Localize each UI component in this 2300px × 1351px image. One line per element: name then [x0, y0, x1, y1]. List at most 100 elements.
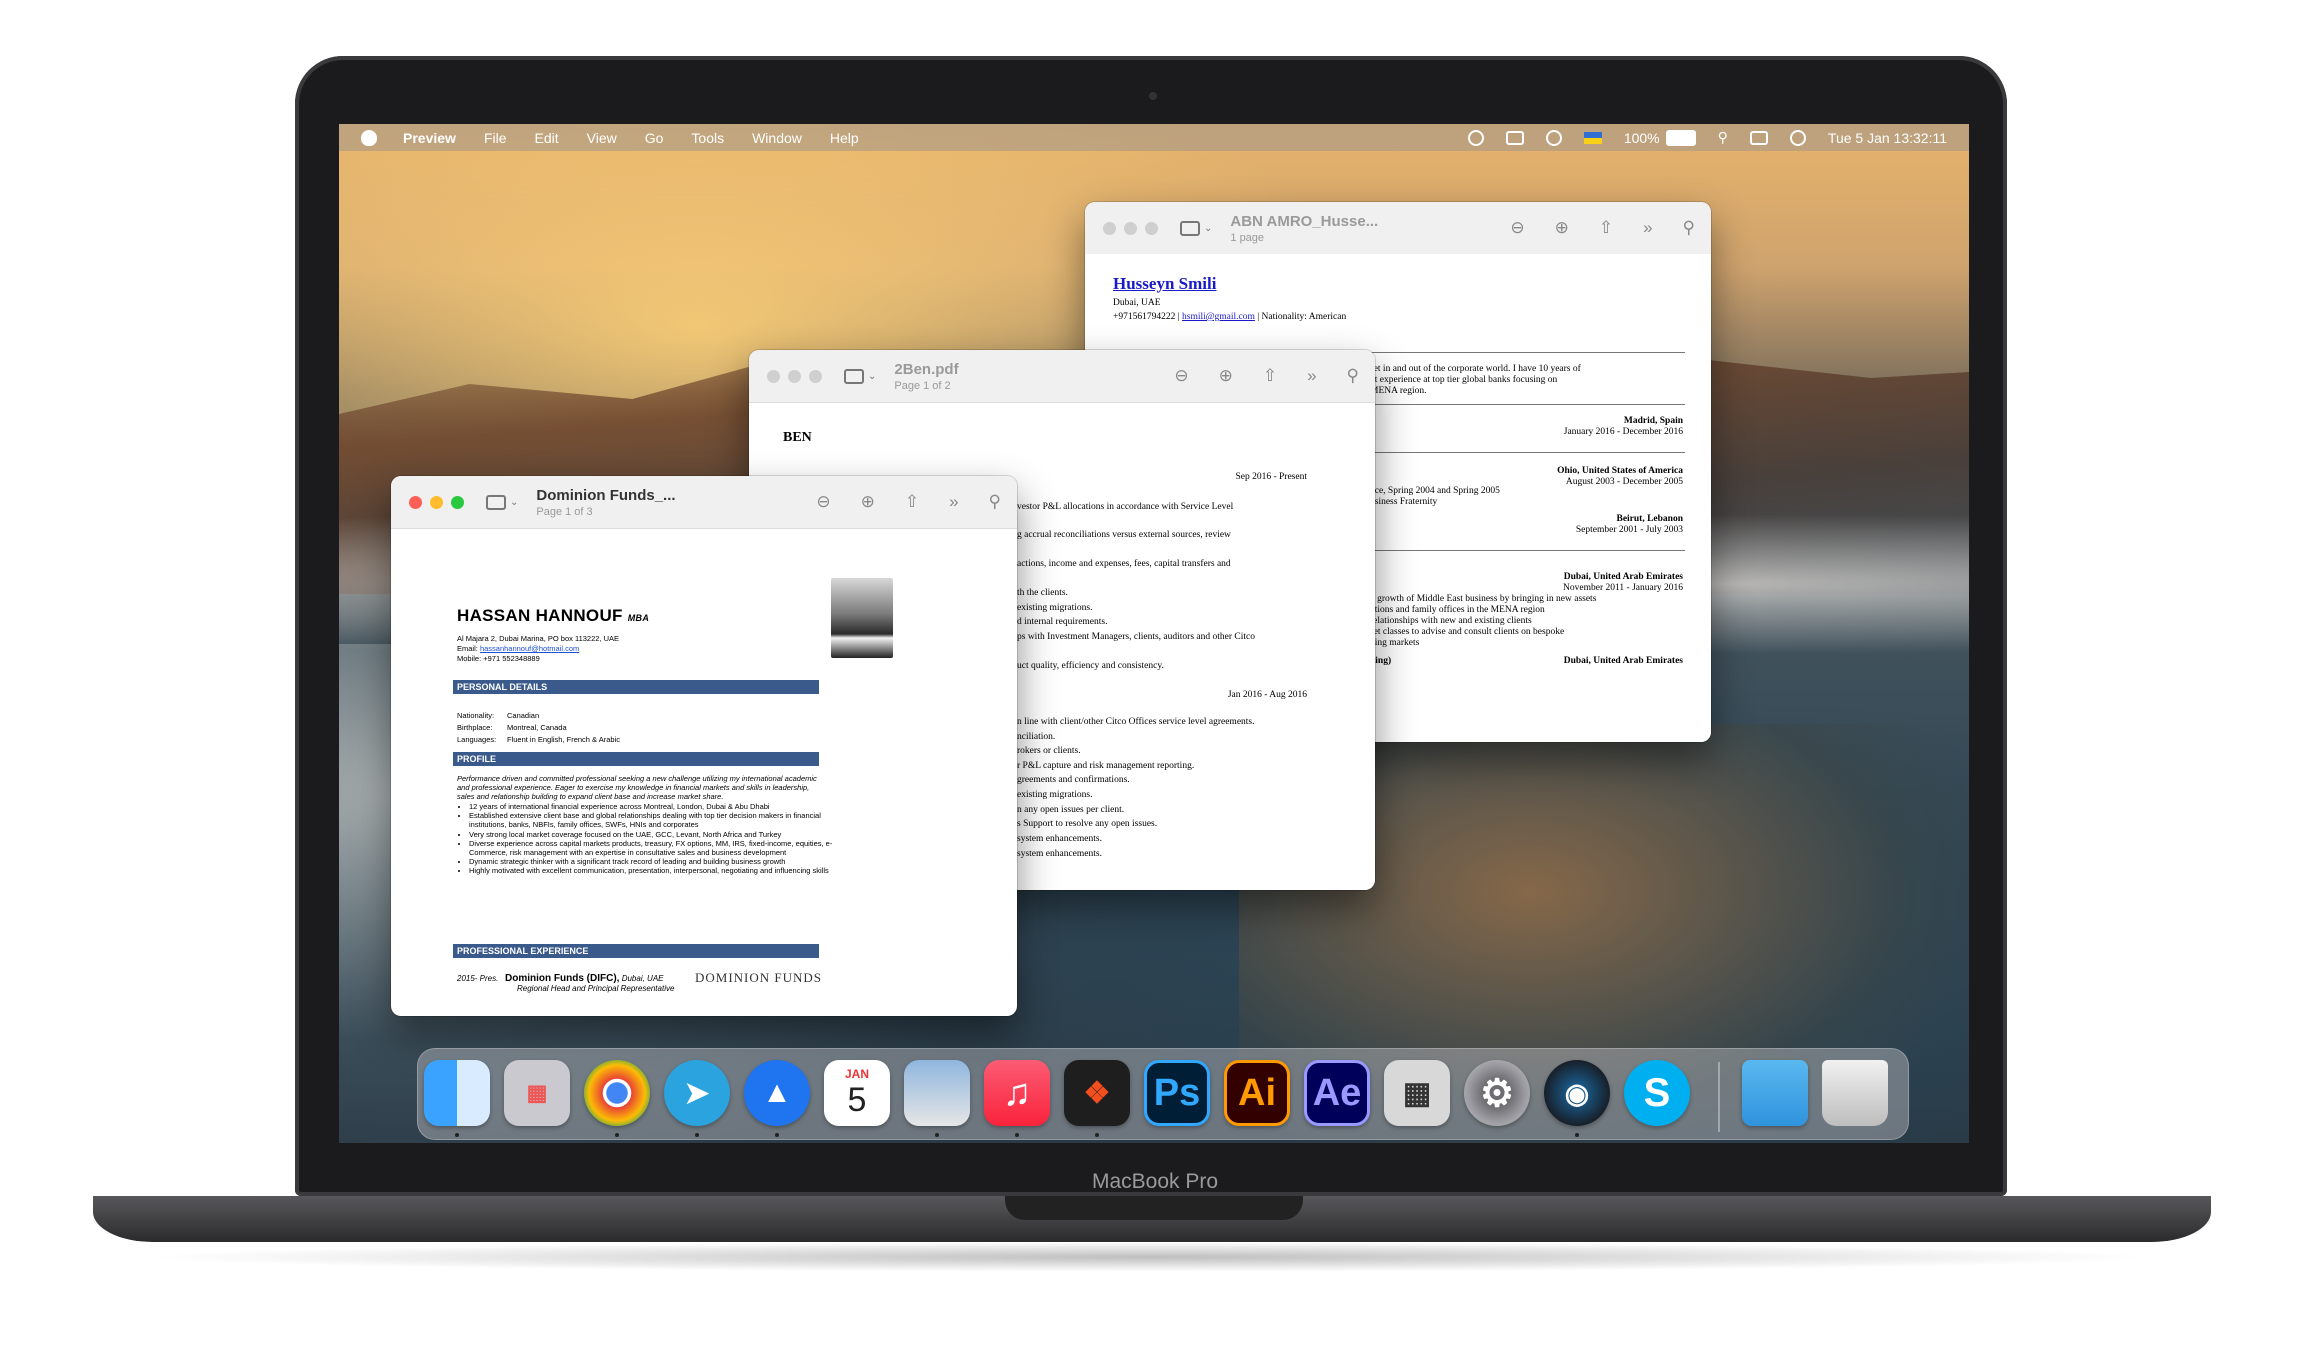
entry-line: ging markets: [1370, 638, 1420, 648]
chrome-icon[interactable]: [584, 1060, 650, 1126]
zoom-out-icon[interactable]: ⊖: [1510, 218, 1524, 238]
list-item: Very strong local market coverage focuse…: [469, 830, 839, 839]
sidebar-toggle-icon[interactable]: [844, 368, 864, 384]
text-line: th the clients.: [1017, 588, 1068, 598]
control-center-icon[interactable]: [1749, 130, 1768, 145]
system-preferences-icon[interactable]: ⚙: [1464, 1060, 1530, 1126]
share-icon[interactable]: ⇧: [905, 492, 919, 512]
launchpad-icon[interactable]: ▦: [504, 1060, 570, 1126]
window-subtitle: Page 1 of 2: [894, 379, 951, 392]
more-tools-icon[interactable]: »: [1307, 366, 1316, 386]
search-icon[interactable]: ⚲: [1347, 366, 1359, 386]
minimize-button[interactable]: [1124, 221, 1137, 235]
menu-go[interactable]: Go: [645, 130, 664, 146]
search-icon[interactable]: ⚲: [989, 492, 1001, 512]
window-titlebar[interactable]: ⌄ 2Ben.pdf Page 1 of 2 ⊖ ⊕ ⇧ » ⚲: [749, 350, 1375, 403]
close-button[interactable]: [1103, 221, 1116, 235]
keyboard-layout-flag-icon[interactable]: [1583, 131, 1602, 144]
profile-text: Performance driven and committed profess…: [457, 774, 817, 801]
screen-mirror-icon[interactable]: [1505, 130, 1524, 145]
photoshop-icon[interactable]: Ps: [1144, 1060, 1210, 1126]
close-button[interactable]: [767, 369, 780, 383]
list-item: Established extensive client base and gl…: [469, 811, 839, 829]
spotlight-search-icon[interactable]: ⚲: [1718, 129, 1728, 146]
calendar-icon[interactable]: JAN 5: [824, 1060, 890, 1126]
menu-clock[interactable]: Tue 5 Jan 13:32:11: [1828, 130, 1947, 146]
more-tools-icon[interactable]: »: [1643, 218, 1652, 238]
apple-menu-icon[interactable]: [361, 129, 377, 146]
window-title: ABN AMRO_Husse...: [1230, 212, 1379, 230]
siri-icon[interactable]: [1789, 129, 1806, 146]
laptop-notch: [1005, 1196, 1303, 1220]
sidebar-toggle-icon[interactable]: [486, 494, 506, 510]
resume-degree: MBA: [627, 613, 650, 623]
personal-row: Languages: Fluent in English, French & Ar…: [457, 734, 620, 746]
cloud-upload-icon[interactable]: [1545, 129, 1562, 146]
zoom-button[interactable]: [1145, 221, 1158, 235]
share-icon[interactable]: ⇧: [1599, 218, 1613, 238]
running-indicator: [1095, 1133, 1099, 1137]
summary-line: MENA region.: [1370, 386, 1427, 396]
window-titlebar[interactable]: ⌄ Dominion Funds_... Page 1 of 3 ⊖ ⊕ ⇧ »…: [391, 476, 1017, 529]
zoom-in-icon[interactable]: ⊕: [1555, 218, 1569, 238]
trash-icon[interactable]: [1822, 1060, 1888, 1126]
running-indicator: [935, 1133, 939, 1137]
more-tools-icon[interactable]: »: [949, 492, 958, 512]
window-subtitle: Page 1 of 3: [536, 505, 593, 518]
telegram-icon[interactable]: ➤: [664, 1060, 730, 1126]
zoom-in-icon[interactable]: ⊕: [861, 492, 875, 512]
resume-nationality: | Nationality: American: [1257, 312, 1347, 322]
finder-icon[interactable]: [424, 1060, 490, 1126]
resume-name[interactable]: Husseyn Smili: [1113, 274, 1216, 294]
illustrator-icon[interactable]: Ai: [1224, 1060, 1290, 1126]
figma-icon[interactable]: ❖: [1064, 1060, 1130, 1126]
zoom-in-icon[interactable]: ⊕: [1219, 366, 1233, 386]
menu-help[interactable]: Help: [830, 130, 859, 146]
text-line: r P&L capture and risk management report…: [1017, 761, 1195, 771]
email-link[interactable]: hassanhannouf@hotmail.com: [480, 644, 579, 653]
folder-icon[interactable]: [1742, 1060, 1808, 1126]
music-icon[interactable]: ♫: [984, 1060, 1050, 1126]
menu-view[interactable]: View: [587, 130, 617, 146]
menu-file[interactable]: File: [484, 130, 507, 146]
preview-window-dominion[interactable]: ⌄ Dominion Funds_... Page 1 of 3 ⊖ ⊕ ⇧ »…: [391, 476, 1017, 1016]
running-indicator: [695, 1133, 699, 1137]
zoom-button[interactable]: [809, 369, 822, 383]
menu-app-preview[interactable]: Preview: [403, 130, 456, 146]
chevron-down-icon[interactable]: ⌄: [868, 371, 876, 382]
navigation-status-icon[interactable]: [1467, 129, 1484, 146]
close-button[interactable]: [409, 495, 422, 509]
steam-icon[interactable]: ◉: [1544, 1060, 1610, 1126]
minimize-button[interactable]: [788, 369, 801, 383]
zoom-out-icon[interactable]: ⊖: [816, 492, 830, 512]
entry-line: set classes to advise and consult client…: [1370, 627, 1565, 637]
calculator-icon[interactable]: ▦: [1384, 1060, 1450, 1126]
resume-email-link[interactable]: hsmili@gmail.com: [1182, 312, 1255, 322]
spark-mail-icon[interactable]: ▲: [744, 1060, 810, 1126]
text-line: rokers or clients.: [1017, 746, 1081, 756]
exp-location: Dubai, UAE: [621, 974, 664, 983]
after-effects-icon[interactable]: Ae: [1304, 1060, 1370, 1126]
divider: [1365, 452, 1685, 453]
chevron-down-icon[interactable]: ⌄: [1204, 223, 1212, 234]
menu-edit[interactable]: Edit: [535, 130, 559, 146]
sidebar-toggle-icon[interactable]: [1180, 220, 1200, 236]
menu-tools[interactable]: Tools: [691, 130, 724, 146]
window-titlebar[interactable]: ⌄ ABN AMRO_Husse... 1 page ⊖ ⊕ ⇧ » ⚲: [1085, 202, 1711, 255]
search-icon[interactable]: ⚲: [1683, 218, 1695, 238]
menu-window[interactable]: Window: [752, 130, 802, 146]
chevron-down-icon[interactable]: ⌄: [510, 497, 518, 508]
share-icon[interactable]: ⇧: [1263, 366, 1277, 386]
text-line: n line with client/other Citco Offices s…: [1017, 717, 1255, 727]
preview-icon[interactable]: [904, 1060, 970, 1126]
skype-icon[interactable]: S: [1624, 1060, 1690, 1126]
entry-line: utions and family offices in the MENA re…: [1370, 605, 1545, 615]
document-page: HASSAN HANNOUF MBA Al Majara 2, Dubai Ma…: [405, 548, 1003, 1016]
zoom-out-icon[interactable]: ⊖: [1174, 366, 1188, 386]
window-subtitle: 1 page: [1230, 231, 1265, 244]
exp-company: Dominion Funds (DIFC),: [505, 973, 620, 984]
battery-status[interactable]: 100%: [1624, 129, 1696, 146]
entry-dates: September 2001 - July 2003: [1575, 525, 1683, 535]
minimize-button[interactable]: [430, 495, 443, 509]
zoom-button[interactable]: [451, 495, 464, 509]
